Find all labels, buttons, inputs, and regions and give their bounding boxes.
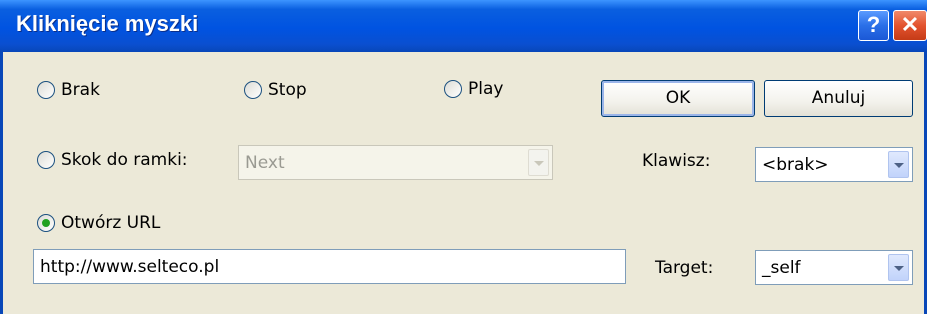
close-icon: ✕ xyxy=(900,12,920,37)
url-input-value: http://www.selteco.pl xyxy=(40,257,220,277)
help-button[interactable]: ? xyxy=(858,10,889,41)
target-select[interactable]: _self xyxy=(755,250,913,285)
frame-select-value: Next xyxy=(245,153,285,173)
chevron-down-icon[interactable] xyxy=(888,151,909,178)
radio-brak-label[interactable]: Brak xyxy=(61,80,100,100)
radio-stop-label[interactable]: Stop xyxy=(268,80,307,100)
radio-skok-do-ramki-label[interactable]: Skok do ramki: xyxy=(61,150,188,170)
dialog-window: Kliknięcie myszki ? ✕ Brak Stop Play OK … xyxy=(0,0,927,314)
cancel-button[interactable]: Anuluj xyxy=(764,80,913,117)
title-bar[interactable]: Kliknięcie myszki ? ✕ xyxy=(0,0,927,52)
chevron-down-icon[interactable] xyxy=(888,254,909,281)
radio-play[interactable] xyxy=(444,80,462,98)
window-border-left xyxy=(0,52,3,314)
key-select-value: <brak> xyxy=(762,155,829,175)
radio-otworz-url-label[interactable]: Otwórz URL xyxy=(61,213,160,233)
radio-selected-dot xyxy=(42,219,50,227)
radio-stop[interactable] xyxy=(244,81,262,99)
dialog-title: Kliknięcie myszki xyxy=(16,11,199,36)
target-label: Target: xyxy=(655,258,714,278)
ok-button[interactable]: OK xyxy=(601,80,755,117)
url-input[interactable]: http://www.selteco.pl xyxy=(33,249,626,284)
radio-skok-do-ramki[interactable] xyxy=(37,151,55,169)
key-label: Klawisz: xyxy=(642,151,711,171)
frame-select: Next xyxy=(238,145,553,180)
target-select-value: _self xyxy=(762,258,801,278)
radio-otworz-url[interactable] xyxy=(37,214,55,232)
radio-brak[interactable] xyxy=(37,81,55,99)
help-icon: ? xyxy=(866,12,881,37)
chevron-down-icon xyxy=(528,149,549,176)
key-select[interactable]: <brak> xyxy=(755,147,913,182)
radio-play-label[interactable]: Play xyxy=(468,79,503,99)
close-button[interactable]: ✕ xyxy=(893,10,927,41)
